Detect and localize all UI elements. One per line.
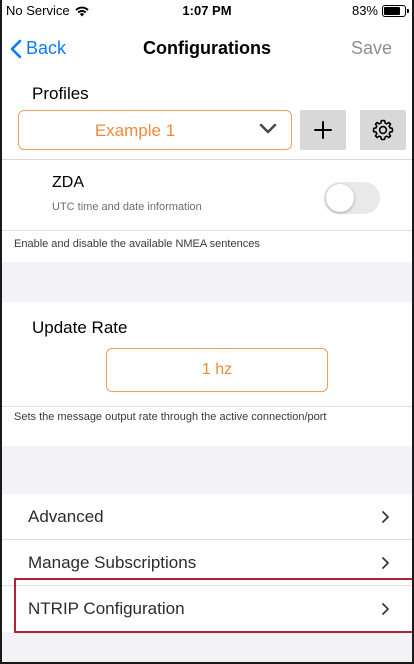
- chevron-right-icon: [382, 603, 389, 615]
- chevron-down-icon: [259, 123, 277, 134]
- update-rate-title: Update Rate: [32, 318, 128, 337]
- profile-dropdown[interactable]: Example 1: [18, 110, 292, 150]
- app-screen: No Service 1:07 PM 83% Back Configuratio…: [0, 0, 414, 664]
- update-rate-section: Update Rate 1 hz: [2, 302, 412, 406]
- menu-item-manage-subscriptions[interactable]: Manage Subscriptions: [2, 540, 412, 586]
- profiles-section: Profiles Example 1: [2, 76, 412, 160]
- status-bar: No Service 1:07 PM 83%: [2, 0, 412, 22]
- add-profile-button[interactable]: [300, 110, 346, 150]
- status-right: 83%: [351, 3, 409, 18]
- zda-subtitle: UTC time and date information: [52, 201, 202, 213]
- save-button[interactable]: Save: [351, 38, 392, 59]
- chevron-right-icon: [382, 557, 389, 569]
- back-label: Back: [26, 38, 67, 58]
- navigation-bar: Back Configurations Save: [2, 22, 412, 76]
- battery-fill: [384, 6, 400, 15]
- update-rate-selector[interactable]: 1 hz: [106, 348, 328, 392]
- zda-toggle[interactable]: [324, 182, 380, 214]
- menu-item-label: Advanced: [28, 507, 104, 526]
- update-rate-footnote: Sets the message output rate through the…: [2, 406, 412, 446]
- profile-settings-button[interactable]: [360, 110, 406, 150]
- battery-percent: 83%: [351, 3, 378, 18]
- plus-icon: [314, 121, 332, 139]
- menu-item-label: NTRIP Configuration: [28, 599, 185, 618]
- gear-icon: [372, 119, 394, 141]
- update-rate-footnote-text: Sets the message output rate through the…: [14, 411, 327, 423]
- settings-menu: Advanced Manage Subscriptions NTRIP Conf…: [2, 494, 412, 632]
- chevron-right-icon: [382, 511, 389, 523]
- zda-row: ZDA UTC time and date information: [2, 160, 412, 230]
- status-time: 1:07 PM: [182, 3, 232, 18]
- profiles-label: Profiles: [32, 84, 89, 103]
- nmea-footnote: Enable and disable the available NMEA se…: [2, 230, 412, 262]
- toggle-knob: [326, 184, 354, 212]
- nmea-footnote-text: Enable and disable the available NMEA se…: [14, 238, 260, 250]
- profile-selected-value: Example 1: [94, 121, 176, 140]
- menu-item-label: Manage Subscriptions: [28, 553, 197, 572]
- update-rate-value: 1 hz: [201, 361, 233, 378]
- battery-icon: [382, 4, 409, 17]
- back-button[interactable]: Back: [10, 38, 66, 59]
- battery-tip: [407, 8, 409, 13]
- zda-title: ZDA: [52, 174, 84, 191]
- chevron-left-icon: [10, 39, 22, 58]
- menu-item-advanced[interactable]: Advanced: [2, 494, 412, 540]
- menu-item-ntrip-configuration[interactable]: NTRIP Configuration: [2, 586, 412, 632]
